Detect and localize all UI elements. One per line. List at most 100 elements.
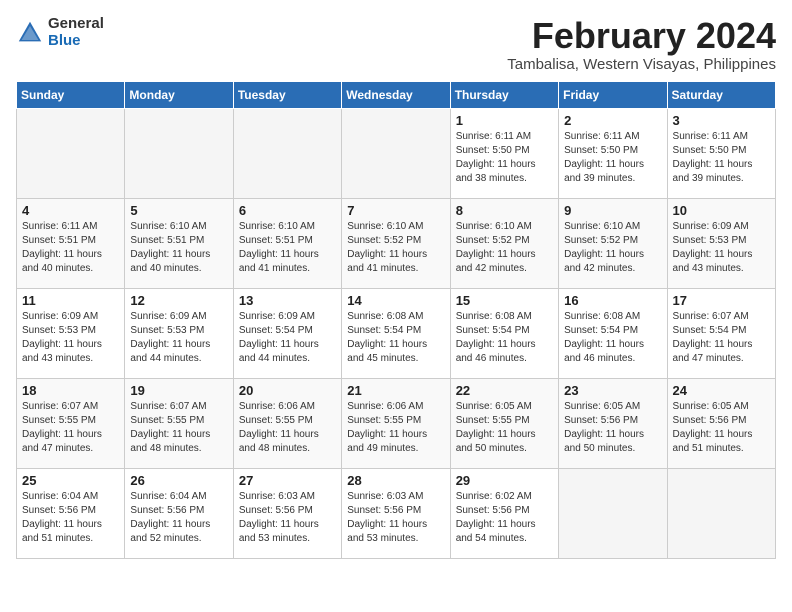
logo-icon [16, 19, 44, 47]
day-info: Sunrise: 6:05 AM Sunset: 5:55 PM Dayligh… [456, 400, 553, 456]
day-info: Sunrise: 6:11 AM Sunset: 5:50 PM Dayligh… [564, 130, 661, 186]
calendar-cell: 28 Sunrise: 6:03 AM Sunset: 5:56 PM Dayli… [342, 468, 450, 558]
day-number: 5 [130, 203, 227, 218]
calendar-cell: 7 Sunrise: 6:10 AM Sunset: 5:52 PM Daylig… [342, 198, 450, 288]
day-info: Sunrise: 6:04 AM Sunset: 5:56 PM Dayligh… [22, 490, 119, 546]
day-number: 7 [347, 203, 444, 218]
calendar-cell: 8 Sunrise: 6:10 AM Sunset: 5:52 PM Daylig… [450, 198, 558, 288]
day-number: 15 [456, 293, 553, 308]
calendar-cell: 18 Sunrise: 6:07 AM Sunset: 5:55 PM Dayli… [17, 378, 125, 468]
day-info: Sunrise: 6:11 AM Sunset: 5:51 PM Dayligh… [22, 220, 119, 276]
calendar-cell: 3Sunrise: 6:11 AM Sunset: 5:50 PM Daylig… [667, 108, 775, 198]
calendar-cell [17, 108, 125, 198]
day-info: Sunrise: 6:03 AM Sunset: 5:56 PM Dayligh… [239, 490, 336, 546]
calendar-cell: 5 Sunrise: 6:10 AM Sunset: 5:51 PM Daylig… [125, 198, 233, 288]
calendar-cell: 11 Sunrise: 6:09 AM Sunset: 5:53 PM Dayli… [17, 288, 125, 378]
calendar-cell: 13 Sunrise: 6:09 AM Sunset: 5:54 PM Dayli… [233, 288, 341, 378]
day-info: Sunrise: 6:09 AM Sunset: 5:53 PM Dayligh… [673, 220, 770, 276]
day-info: Sunrise: 6:10 AM Sunset: 5:52 PM Dayligh… [456, 220, 553, 276]
day-info: Sunrise: 6:03 AM Sunset: 5:56 PM Dayligh… [347, 490, 444, 546]
day-number: 13 [239, 293, 336, 308]
day-number: 8 [456, 203, 553, 218]
day-number: 1 [456, 113, 553, 128]
day-info: Sunrise: 6:11 AM Sunset: 5:50 PM Dayligh… [673, 130, 770, 186]
day-number: 12 [130, 293, 227, 308]
calendar-header-sunday: Sunday [17, 81, 125, 108]
calendar-cell: 25 Sunrise: 6:04 AM Sunset: 5:56 PM Dayli… [17, 468, 125, 558]
calendar-cell: 23 Sunrise: 6:05 AM Sunset: 5:56 PM Dayli… [559, 378, 667, 468]
day-info: Sunrise: 6:06 AM Sunset: 5:55 PM Dayligh… [239, 400, 336, 456]
day-info: Sunrise: 6:09 AM Sunset: 5:53 PM Dayligh… [22, 310, 119, 366]
day-number: 17 [673, 293, 770, 308]
calendar-cell: 24 Sunrise: 6:05 AM Sunset: 5:56 PM Dayli… [667, 378, 775, 468]
day-number: 27 [239, 473, 336, 488]
calendar-cell [559, 468, 667, 558]
calendar-cell [233, 108, 341, 198]
day-info: Sunrise: 6:09 AM Sunset: 5:53 PM Dayligh… [130, 310, 227, 366]
logo: General Blue [16, 16, 104, 49]
calendar-header-wednesday: Wednesday [342, 81, 450, 108]
calendar-cell: 22 Sunrise: 6:05 AM Sunset: 5:55 PM Dayli… [450, 378, 558, 468]
day-number: 19 [130, 383, 227, 398]
day-number: 9 [564, 203, 661, 218]
day-number: 29 [456, 473, 553, 488]
calendar-header-saturday: Saturday [667, 81, 775, 108]
day-number: 24 [673, 383, 770, 398]
calendar-cell: 29Sunrise: 6:02 AM Sunset: 5:56 PM Dayli… [450, 468, 558, 558]
calendar-header-tuesday: Tuesday [233, 81, 341, 108]
day-number: 6 [239, 203, 336, 218]
calendar-cell: 4Sunrise: 6:11 AM Sunset: 5:51 PM Daylig… [17, 198, 125, 288]
calendar-week-1: 1 Sunrise: 6:11 AM Sunset: 5:50 PM Daylig… [17, 108, 776, 198]
calendar-cell: 6Sunrise: 6:10 AM Sunset: 5:51 PM Daylig… [233, 198, 341, 288]
day-info: Sunrise: 6:11 AM Sunset: 5:50 PM Dayligh… [456, 130, 553, 186]
day-info: Sunrise: 6:10 AM Sunset: 5:52 PM Dayligh… [564, 220, 661, 276]
calendar-header-row: SundayMondayTuesdayWednesdayThursdayFrid… [17, 81, 776, 108]
day-number: 26 [130, 473, 227, 488]
day-number: 16 [564, 293, 661, 308]
day-info: Sunrise: 6:10 AM Sunset: 5:51 PM Dayligh… [130, 220, 227, 276]
calendar-cell [342, 108, 450, 198]
calendar-cell: 12 Sunrise: 6:09 AM Sunset: 5:53 PM Dayli… [125, 288, 233, 378]
day-number: 2 [564, 113, 661, 128]
logo-general: General [48, 16, 104, 33]
day-info: Sunrise: 6:08 AM Sunset: 5:54 PM Dayligh… [564, 310, 661, 366]
day-number: 22 [456, 383, 553, 398]
calendar-week-3: 11 Sunrise: 6:09 AM Sunset: 5:53 PM Dayli… [17, 288, 776, 378]
calendar-location: Tambalisa, Western Visayas, Philippines [507, 56, 776, 73]
day-number: 23 [564, 383, 661, 398]
day-info: Sunrise: 6:04 AM Sunset: 5:56 PM Dayligh… [130, 490, 227, 546]
calendar-header-friday: Friday [559, 81, 667, 108]
day-info: Sunrise: 6:07 AM Sunset: 5:55 PM Dayligh… [130, 400, 227, 456]
day-info: Sunrise: 6:06 AM Sunset: 5:55 PM Dayligh… [347, 400, 444, 456]
calendar-week-5: 25 Sunrise: 6:04 AM Sunset: 5:56 PM Dayli… [17, 468, 776, 558]
day-info: Sunrise: 6:05 AM Sunset: 5:56 PM Dayligh… [673, 400, 770, 456]
day-number: 28 [347, 473, 444, 488]
calendar-cell: 17 Sunrise: 6:07 AM Sunset: 5:54 PM Dayli… [667, 288, 775, 378]
day-number: 18 [22, 383, 119, 398]
page-header: General Blue February 2024 Tambalisa, We… [16, 16, 776, 73]
calendar-cell: 26 Sunrise: 6:04 AM Sunset: 5:56 PM Dayli… [125, 468, 233, 558]
day-number: 14 [347, 293, 444, 308]
day-info: Sunrise: 6:10 AM Sunset: 5:52 PM Dayligh… [347, 220, 444, 276]
calendar-cell: 20Sunrise: 6:06 AM Sunset: 5:55 PM Dayli… [233, 378, 341, 468]
calendar-cell: 21Sunrise: 6:06 AM Sunset: 5:55 PM Dayli… [342, 378, 450, 468]
calendar-header-monday: Monday [125, 81, 233, 108]
day-info: Sunrise: 6:09 AM Sunset: 5:54 PM Dayligh… [239, 310, 336, 366]
day-info: Sunrise: 6:07 AM Sunset: 5:54 PM Dayligh… [673, 310, 770, 366]
day-info: Sunrise: 6:07 AM Sunset: 5:55 PM Dayligh… [22, 400, 119, 456]
day-number: 11 [22, 293, 119, 308]
calendar-cell: 10Sunrise: 6:09 AM Sunset: 5:53 PM Dayli… [667, 198, 775, 288]
calendar-cell: 2 Sunrise: 6:11 AM Sunset: 5:50 PM Daylig… [559, 108, 667, 198]
day-info: Sunrise: 6:05 AM Sunset: 5:56 PM Dayligh… [564, 400, 661, 456]
calendar-cell [125, 108, 233, 198]
day-number: 25 [22, 473, 119, 488]
calendar-cell: 9 Sunrise: 6:10 AM Sunset: 5:52 PM Daylig… [559, 198, 667, 288]
title-block: February 2024 Tambalisa, Western Visayas… [507, 16, 776, 73]
calendar-title: February 2024 [507, 16, 776, 56]
calendar-cell [667, 468, 775, 558]
logo-text: General Blue [48, 16, 104, 49]
calendar-cell: 14Sunrise: 6:08 AM Sunset: 5:54 PM Dayli… [342, 288, 450, 378]
calendar-week-2: 4Sunrise: 6:11 AM Sunset: 5:51 PM Daylig… [17, 198, 776, 288]
logo-blue: Blue [48, 33, 104, 50]
calendar-header-thursday: Thursday [450, 81, 558, 108]
